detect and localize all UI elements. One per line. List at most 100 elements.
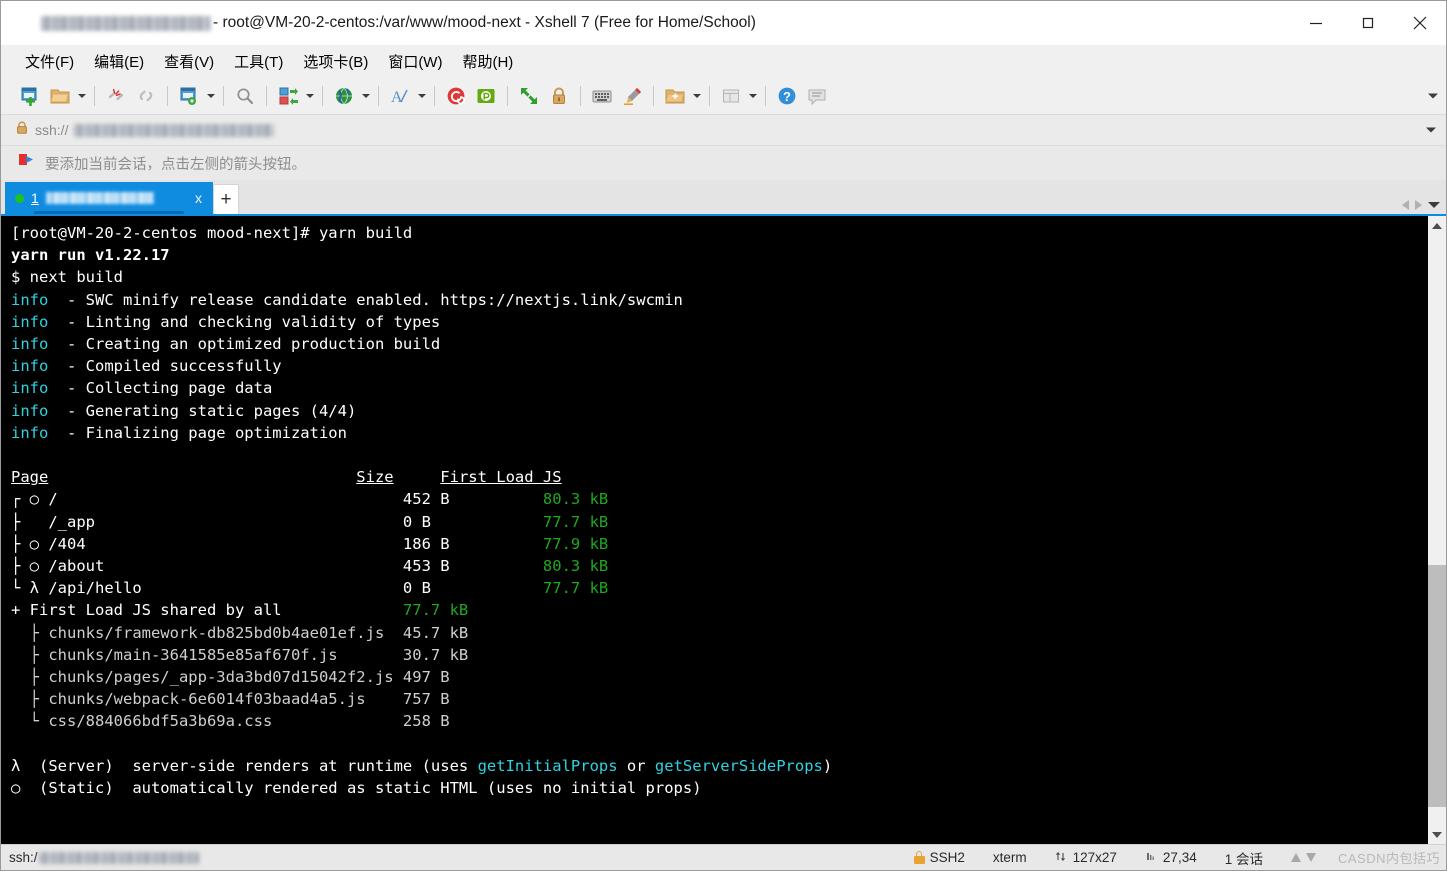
layout-grid-dropdown-icon[interactable] [746, 81, 759, 111]
globe-dropdown-icon[interactable] [359, 81, 372, 111]
terminal-output[interactable]: [root@VM-20-2-centos mood-next]# yarn bu… [1, 216, 1427, 844]
terminal-line: info - SWC minify release candidate enab… [11, 290, 683, 309]
lock-icon[interactable] [544, 81, 574, 111]
session-properties-icon[interactable] [174, 81, 204, 111]
terminal-line: info - Compiled successfully [11, 357, 282, 376]
new-session-icon[interactable] [15, 81, 45, 111]
terminal-scrollbar[interactable] [1427, 216, 1446, 844]
watermark-text: CASDN内包括巧 [1337, 851, 1440, 866]
toolbar-separator [580, 85, 581, 106]
close-button[interactable] [1394, 1, 1446, 45]
file-transfer-icon[interactable] [273, 81, 303, 111]
terminal-area: [root@VM-20-2-centos mood-next]# yarn bu… [1, 214, 1446, 844]
scrollbar-track[interactable] [1428, 235, 1446, 825]
status-connection: ssh:/ [9, 850, 199, 865]
terminal-line: ├ ○ /404 186 B 77.9 kB [11, 534, 609, 553]
menu-view[interactable]: 查看(V) [156, 47, 222, 76]
highlighter-pen-icon[interactable] [617, 81, 647, 111]
font-dropdown-icon[interactable] [415, 81, 428, 111]
tab-session-1[interactable]: 1 x [5, 182, 213, 216]
keyboard-icon[interactable] [587, 81, 617, 111]
scroll-up-icon[interactable] [1428, 216, 1446, 235]
xftp-icon[interactable] [471, 81, 501, 111]
new-folder-dropdown-icon[interactable] [690, 81, 703, 111]
maximize-button[interactable] [1342, 1, 1394, 45]
toolbar-separator [378, 85, 379, 106]
status-terminal-type: xterm [979, 850, 1041, 865]
scrollbar-thumb[interactable] [1428, 565, 1446, 808]
status-protocol: SSH2 [900, 850, 979, 865]
svg-text:A: A [391, 89, 403, 106]
toolbar-separator [653, 85, 654, 106]
terminal-line: info - Finalizing page optimization [11, 423, 347, 442]
address-input[interactable]: ssh:// [15, 115, 1446, 146]
window-title: - root@VM-20-2-centos:/var/www/mood-next… [213, 14, 756, 31]
disconnect-icon[interactable] [101, 81, 131, 111]
menu-bar: 文件(F) 编辑(E) 查看(V) 工具(T) 选项卡(B) 窗口(W) 帮助(… [1, 45, 1446, 77]
search-icon[interactable] [230, 81, 260, 111]
svg-text:?: ? [783, 89, 791, 104]
menu-file[interactable]: 文件(F) [17, 47, 82, 76]
tab-list-dropdown-icon[interactable] [1428, 202, 1440, 208]
tab-bar-controls [1402, 200, 1440, 210]
tab-close-icon[interactable]: x [192, 190, 205, 206]
chat-bubble-icon[interactable] [802, 81, 832, 111]
status-transfer-indicators [1277, 853, 1330, 862]
address-prefix: ssh:// [35, 122, 69, 138]
help-icon[interactable]: ? [772, 81, 802, 111]
toolbar-separator [94, 85, 95, 106]
layout-grid-icon[interactable] [716, 81, 746, 111]
toolbar-overflow-icon[interactable] [1428, 93, 1438, 98]
new-folder-icon[interactable] [660, 81, 690, 111]
new-tab-button[interactable]: + [213, 184, 239, 214]
font-icon[interactable]: A [385, 81, 415, 111]
toolbar-separator [322, 85, 323, 106]
xshell-logo-icon [15, 12, 37, 34]
lock-icon [15, 120, 29, 140]
toolbar-separator [709, 85, 710, 106]
globe-icon[interactable] [329, 81, 359, 111]
file-transfer-dropdown-icon[interactable] [303, 81, 316, 111]
terminal-line: └ λ /api/hello 0 B 77.7 kB [11, 579, 609, 598]
menu-help[interactable]: 帮助(H) [454, 47, 521, 76]
terminal-line: info - Generating static pages (4/4) [11, 401, 357, 420]
toolbar-separator [223, 85, 224, 106]
minimize-button[interactable] [1290, 1, 1342, 45]
status-right-group: SSH2 xterm 127x27 27,34 1 会话 CASDN内包括巧 [900, 848, 1446, 868]
toolbar-separator [765, 85, 766, 106]
session-properties-dropdown-icon[interactable] [204, 81, 217, 111]
open-folder-dropdown-icon[interactable] [75, 81, 88, 111]
tab-scroll-right-icon[interactable] [1415, 200, 1422, 210]
status-sessions: 1 会话 [1211, 848, 1277, 868]
status-sessions-label: 1 会话 [1224, 851, 1263, 867]
status-bar: ssh:/ SSH2 xterm 127x27 27,34 1 会话 CASDN… [1, 844, 1446, 870]
notice-text: 要添加当前会话，点击左侧的箭头按钮。 [45, 156, 306, 173]
fullscreen-icon[interactable] [514, 81, 544, 111]
menu-window[interactable]: 窗口(W) [380, 47, 450, 76]
tab-bar: 1 x + [1, 180, 1446, 216]
window-controls [1290, 1, 1446, 45]
terminal-line: ├ chunks/webpack-6e6014f03baad4a5.js 757… [11, 690, 450, 709]
address-bar[interactable]: ssh:// [1, 115, 1446, 146]
terminal-line: ├ /_app 0 B 77.7 kB [11, 512, 609, 531]
link-icon[interactable] [131, 81, 161, 111]
menu-tools[interactable]: 工具(T) [226, 47, 291, 76]
tab-scroll-left-icon[interactable] [1402, 200, 1409, 210]
scroll-down-icon[interactable] [1428, 825, 1446, 844]
title-session-name-redacted [41, 15, 211, 31]
address-dropdown-icon[interactable] [1426, 127, 1436, 133]
status-host-prefix: ssh:/ [9, 850, 38, 865]
status-dimensions: 127x27 [1041, 850, 1131, 866]
status-dimensions-label: 127x27 [1072, 850, 1117, 865]
toolbar-separator [167, 85, 168, 106]
open-folder-icon[interactable] [45, 81, 75, 111]
resize-icon [1055, 850, 1068, 866]
status-terminal-type-label: xterm [992, 850, 1027, 865]
menu-edit[interactable]: 编辑(E) [86, 47, 152, 76]
xshell-spiral-icon[interactable] [441, 81, 471, 111]
toolbar-separator [507, 85, 508, 106]
terminal-line: [root@VM-20-2-centos mood-next]# yarn bu… [11, 224, 413, 242]
menu-tabs[interactable]: 选项卡(B) [295, 47, 376, 76]
